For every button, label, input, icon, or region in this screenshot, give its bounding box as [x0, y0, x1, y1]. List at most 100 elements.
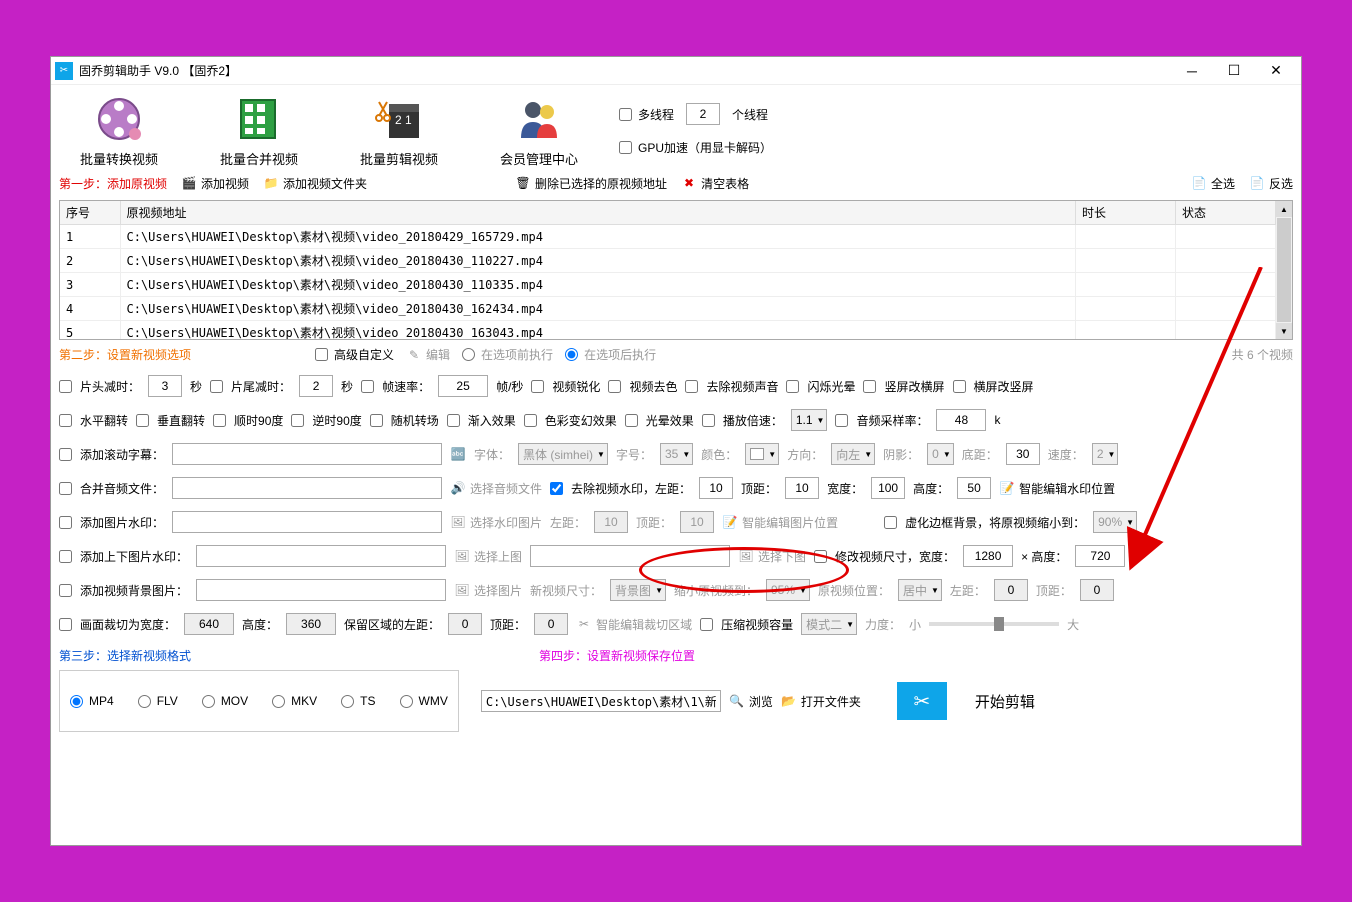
imgwm-file-input[interactable]	[172, 511, 442, 533]
flash-checkbox[interactable]	[786, 380, 799, 393]
smart-img-button[interactable]: 📝智能编辑图片位置	[722, 514, 838, 531]
trim-tail-checkbox[interactable]	[210, 380, 223, 393]
table-row[interactable]: 3C:\Users\HUAWEI\Desktop\素材\视频\video_201…	[60, 273, 1276, 297]
cw90-checkbox[interactable]	[213, 414, 226, 427]
advanced-checkbox[interactable]	[315, 348, 328, 361]
speed-checkbox[interactable]	[702, 414, 715, 427]
crop-left-input[interactable]	[448, 613, 482, 635]
resize-w-input[interactable]	[963, 545, 1013, 567]
remove-wm-checkbox[interactable]	[550, 482, 563, 495]
smart-wm-button[interactable]: 📝智能编辑水印位置	[999, 480, 1115, 497]
before-radio[interactable]	[462, 348, 475, 361]
scroll-sub-checkbox[interactable]	[59, 448, 72, 461]
member-center-button[interactable]: 会员管理中心	[479, 95, 599, 168]
speed2-select[interactable]: 2▼	[1092, 443, 1119, 465]
maximize-button[interactable]: ☐	[1213, 57, 1255, 84]
add-folder-button[interactable]: 📁添加视频文件夹	[263, 175, 367, 192]
select-bg-button[interactable]: 🖼选择图片	[454, 582, 522, 599]
crop-w-input[interactable]	[184, 613, 234, 635]
add-video-button[interactable]: 🎬添加视频	[181, 175, 249, 192]
batch-edit-button[interactable]: 2 1 批量剪辑视频	[339, 95, 459, 168]
add-bg-checkbox[interactable]	[59, 584, 72, 597]
clear-table-button[interactable]: ✖清空表格	[681, 175, 749, 192]
shadow-select[interactable]: 0▼	[927, 443, 954, 465]
browse-button[interactable]: 🔍浏览	[729, 693, 773, 710]
col-path[interactable]: 原视频地址	[120, 201, 1076, 225]
speed-select[interactable]: 1.1▼	[791, 409, 828, 431]
start-button[interactable]: 开始剪辑	[975, 691, 1035, 712]
trim-tail-input[interactable]	[299, 375, 333, 397]
trim-head-input[interactable]	[148, 375, 182, 397]
shrink-select[interactable]: 95%▼	[766, 579, 810, 601]
origpos-top-input[interactable]	[1080, 579, 1114, 601]
save-path-input[interactable]	[481, 690, 721, 712]
multithread-checkbox[interactable]	[619, 108, 632, 121]
merge-audio-checkbox[interactable]	[59, 482, 72, 495]
wm-width-input[interactable]	[871, 477, 905, 499]
crop-h-input[interactable]	[286, 613, 336, 635]
scroll-up-arrow[interactable]: ▲	[1276, 201, 1292, 217]
hflip-checkbox[interactable]	[59, 414, 72, 427]
scroll-thumb[interactable]	[1277, 218, 1291, 322]
newsize-select[interactable]: 背景图▼	[610, 579, 666, 601]
audio-file-input[interactable]	[172, 477, 442, 499]
close-button[interactable]: ✕	[1255, 57, 1297, 84]
flv-radio[interactable]	[138, 695, 151, 708]
imgwm-top-input[interactable]	[680, 511, 714, 533]
ccw90-checkbox[interactable]	[291, 414, 304, 427]
color-select[interactable]: ▼	[745, 443, 779, 465]
imgwm-left-input[interactable]	[594, 511, 628, 533]
bottomimg-input[interactable]	[530, 545, 730, 567]
topimg-input[interactable]	[196, 545, 446, 567]
select-audio-button[interactable]: 🔊选择音频文件	[450, 480, 542, 497]
wm-left-input[interactable]	[699, 477, 733, 499]
random-trans-checkbox[interactable]	[370, 414, 383, 427]
select-top-button[interactable]: 🖼选择上图	[454, 548, 522, 565]
bg-file-input[interactable]	[196, 579, 446, 601]
origpos-select[interactable]: 居中▼	[898, 579, 942, 601]
vflip-checkbox[interactable]	[136, 414, 149, 427]
mp4-radio[interactable]	[70, 695, 83, 708]
blur-pct-select[interactable]: 90%▼	[1093, 511, 1137, 533]
wm-top-input[interactable]	[785, 477, 819, 499]
add-tbimg-checkbox[interactable]	[59, 550, 72, 563]
remove-audio-checkbox[interactable]	[685, 380, 698, 393]
audiorate-checkbox[interactable]	[835, 414, 848, 427]
crop-top-input[interactable]	[534, 613, 568, 635]
fps-checkbox[interactable]	[361, 380, 374, 393]
add-imgwm-checkbox[interactable]	[59, 516, 72, 529]
compress-checkbox[interactable]	[700, 618, 713, 631]
thread-count-input[interactable]	[686, 103, 720, 125]
halo-checkbox[interactable]	[625, 414, 638, 427]
h2v-checkbox[interactable]	[953, 380, 966, 393]
col-seq[interactable]: 序号	[60, 201, 120, 225]
open-folder-button[interactable]: 📂打开文件夹	[781, 693, 861, 710]
mkv-radio[interactable]	[272, 695, 285, 708]
invert-selection-button[interactable]: 📄反选	[1249, 175, 1293, 192]
fps-input[interactable]	[438, 375, 488, 397]
trim-head-checkbox[interactable]	[59, 380, 72, 393]
col-duration[interactable]: 时长	[1076, 201, 1176, 225]
direction-select[interactable]: 向左▼	[831, 443, 875, 465]
wmv-radio[interactable]	[400, 695, 413, 708]
edit-options-button[interactable]: ✎编辑	[406, 346, 450, 363]
wm-height-input[interactable]	[957, 477, 991, 499]
bottom-input[interactable]	[1006, 443, 1040, 465]
select-bottom-button[interactable]: 🖼选择下图	[738, 548, 806, 565]
select-wmimg-button[interactable]: 🖼选择水印图片	[450, 514, 542, 531]
origpos-left-input[interactable]	[994, 579, 1028, 601]
minimize-button[interactable]: ─	[1171, 57, 1213, 84]
compress-mode-select[interactable]: 模式二▼	[801, 613, 857, 635]
mov-radio[interactable]	[202, 695, 215, 708]
scroll-down-arrow[interactable]: ▼	[1276, 323, 1292, 339]
size-select[interactable]: 35▼	[660, 443, 693, 465]
start-cut-icon[interactable]: ✂	[897, 682, 947, 720]
batch-convert-button[interactable]: 批量转换视频	[59, 95, 179, 168]
colorshift-checkbox[interactable]	[524, 414, 537, 427]
desaturate-checkbox[interactable]	[608, 380, 621, 393]
blur-border-checkbox[interactable]	[884, 516, 897, 529]
resize-h-input[interactable]	[1075, 545, 1125, 567]
delete-selected-button[interactable]: 🗑删除已选择的原视频地址	[515, 175, 667, 192]
crop-checkbox[interactable]	[59, 618, 72, 631]
v2h-checkbox[interactable]	[863, 380, 876, 393]
